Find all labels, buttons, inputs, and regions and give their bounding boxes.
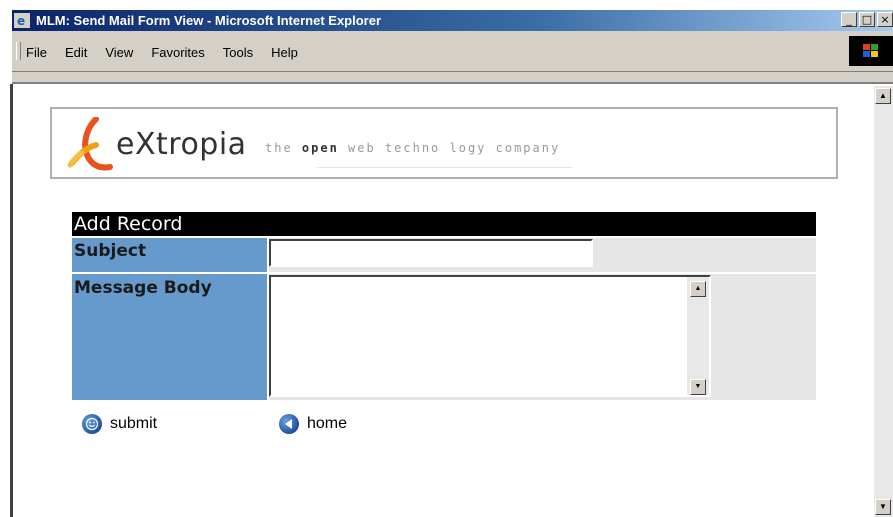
frame-border xyxy=(12,72,893,84)
subject-row: Subject xyxy=(72,238,816,272)
ie-icon: e xyxy=(14,13,30,28)
textarea-scroll-up-icon[interactable]: ▲ xyxy=(690,281,706,297)
menu-tools[interactable]: Tools xyxy=(223,45,253,60)
tagline: the open web techno logy company xyxy=(265,141,561,155)
tagline-underline xyxy=(317,167,572,168)
window-title: MLM: Send Mail Form View - Microsoft Int… xyxy=(36,13,382,28)
form-actions: submit home xyxy=(82,414,482,438)
maximize-button[interactable]: □ xyxy=(859,12,875,27)
vertical-scrollbar[interactable]: ▲ ▼ xyxy=(874,86,893,517)
textarea-scroll-down-icon[interactable]: ▼ xyxy=(690,379,706,395)
toolbar-grip xyxy=(16,42,21,60)
scroll-down-icon[interactable]: ▼ xyxy=(875,499,891,515)
submit-label: submit xyxy=(110,415,158,432)
frame-left-border xyxy=(10,84,13,517)
back-arrow-icon xyxy=(279,414,299,434)
minimize-button[interactable]: _ xyxy=(841,12,857,27)
svg-text:e: e xyxy=(17,14,25,28)
scroll-up-icon[interactable]: ▲ xyxy=(875,88,891,104)
extropia-logo-icon xyxy=(67,117,113,171)
home-label: home xyxy=(307,415,348,432)
subject-label: Subject xyxy=(72,238,267,272)
logo-banner: eXtropia the open web techno logy compan… xyxy=(50,107,838,179)
submit-button[interactable]: submit xyxy=(82,414,157,434)
form-title: Add Record xyxy=(72,212,816,236)
message-body-textarea[interactable]: ▲ ▼ xyxy=(269,275,711,397)
menu-favorites[interactable]: Favorites xyxy=(151,45,204,60)
windows-throbber xyxy=(849,36,893,66)
menu-file[interactable]: File xyxy=(26,45,47,60)
menu-help[interactable]: Help xyxy=(271,45,298,60)
close-button[interactable]: × xyxy=(877,12,893,27)
menu-bar: File Edit View Favorites Tools Help xyxy=(12,31,893,72)
textarea-scrollbar[interactable]: ▲ ▼ xyxy=(687,277,709,395)
message-body-row: Message Body ▲ ▼ xyxy=(72,274,816,400)
smiley-icon xyxy=(82,414,102,434)
add-record-form: Add Record Subject Message Body ▲ ▼ xyxy=(72,212,816,400)
message-body-label: Message Body xyxy=(72,274,267,400)
home-button[interactable]: home xyxy=(279,414,347,434)
menu-view[interactable]: View xyxy=(105,45,133,60)
window-titlebar: e MLM: Send Mail Form View - Microsoft I… xyxy=(12,10,893,31)
windows-logo-icon xyxy=(863,44,878,57)
menu-edit[interactable]: Edit xyxy=(65,45,87,60)
brand-name: eXtropia xyxy=(116,127,247,162)
subject-input[interactable] xyxy=(269,239,593,267)
